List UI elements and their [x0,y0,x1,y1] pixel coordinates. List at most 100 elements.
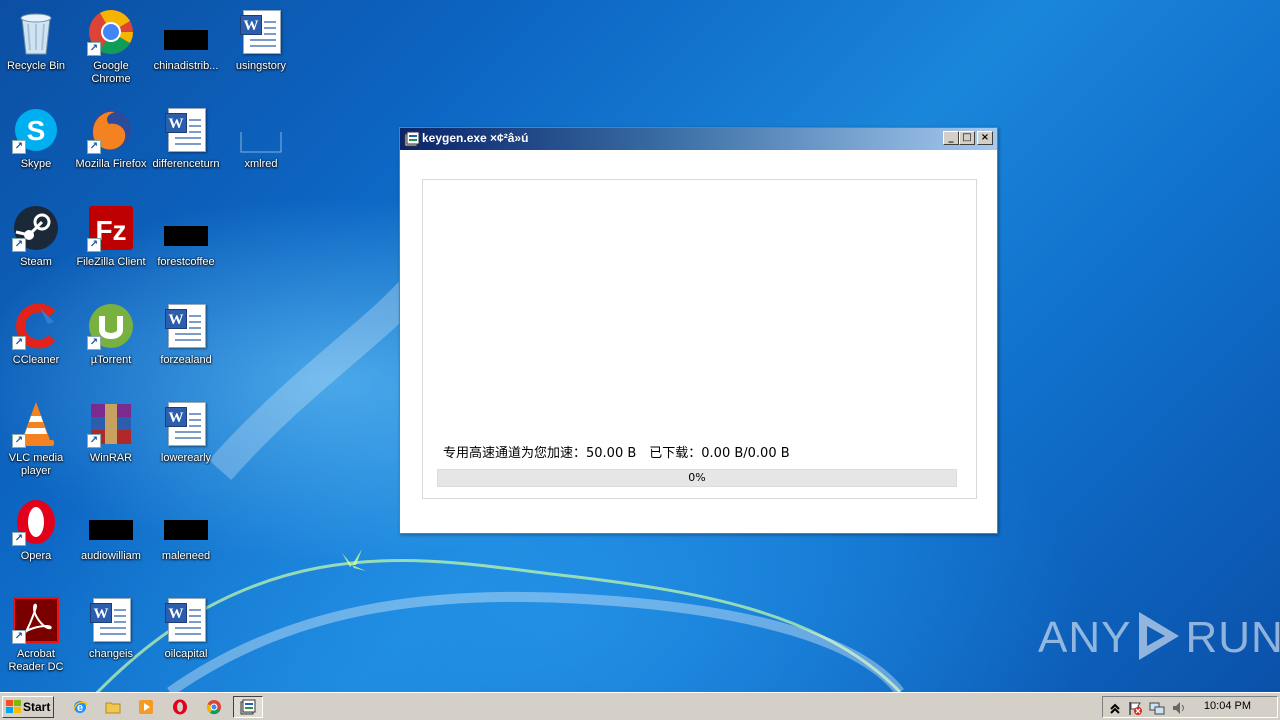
maximize-icon: □ [962,132,972,143]
word-document-icon: W [165,304,206,348]
word-document-icon: W [240,10,281,54]
system-tray: 10:04 PM [1102,696,1278,718]
desktop-icon-usingstory[interactable]: W usingstory [223,4,299,94]
minimize-button[interactable]: _ [943,131,959,145]
recycle-bin-icon [20,13,52,55]
desktop-icon-label: Skype [20,158,52,170]
taskbar: Start e 10:04 PM [0,692,1280,720]
desktop-icon-audiowilliam[interactable]: audiowilliam [73,494,149,584]
desktop-icon-label: audiowilliam [81,550,141,562]
desktop-icon-ccleaner[interactable]: ↗ CCleaner [0,298,74,388]
desktop-icon-recycle-bin[interactable]: Recycle Bin [0,4,74,94]
shortcut-arrow-icon: ↗ [87,238,101,252]
desktop-icon-chinadistrib[interactable]: chinadistrib... [148,4,224,94]
internet-explorer-icon[interactable]: e [72,699,88,715]
opera-icon[interactable] [172,699,188,715]
explorer-folder-icon[interactable] [105,699,121,715]
desktop-icon-label: differenceturn [152,158,220,170]
keygen-app-icon [404,131,420,147]
desktop-icon-vlc[interactable]: ↗ VLC media player [0,396,74,486]
close-button[interactable]: × [977,131,993,145]
desktop-icon-acrobat[interactable]: ↗ Acrobat Reader DC [0,592,74,682]
desktop-icon-firefox[interactable]: ↗ Mozilla Firefox [73,102,149,192]
start-label: Start [23,700,51,714]
desktop-icon-opera[interactable]: ↗ Opera [0,494,74,584]
svg-text:S: S [27,115,46,146]
keygen-window[interactable]: keygen.exe ×¢²â»ú _ □ × 专用高速通道为您加速：50.00… [399,127,998,534]
chrome-icon[interactable] [206,699,222,715]
maximize-button[interactable]: □ [959,131,975,145]
window-titlebar[interactable]: keygen.exe ×¢²â»ú _ □ × [400,128,997,150]
keygen-app-icon [240,699,256,715]
desktop-icon-filezilla[interactable]: Fz ↗ FileZilla Client [73,200,149,290]
taskbar-keygen-button[interactable] [233,696,263,718]
desktop-icon-label: xmlred [244,158,278,170]
shortcut-arrow-icon: ↗ [12,630,26,644]
shortcut-arrow-icon: ↗ [87,140,101,154]
progress-label: 0% [688,471,706,484]
word-document-icon: W [90,598,131,642]
desktop-icon-label: CCleaner [12,354,60,366]
redacted-icon [164,30,208,50]
expand-tray-icon[interactable] [1107,700,1123,716]
desktop-icon-xmlred[interactable]: xmlred [223,102,299,192]
action-center-flag-icon[interactable] [1127,700,1143,716]
redacted-icon [164,226,208,246]
desktop-icon-oilcapital[interactable]: W oilcapital [148,592,224,682]
redacted-icon [89,520,133,540]
blank-file-icon [240,132,282,153]
desktop-icon-label: Steam [20,256,52,268]
play-triangle-icon [1139,612,1180,661]
window-title: keygen.exe ×¢²â»ú [422,131,529,145]
taskbar-clock[interactable]: 10:04 PM [1204,700,1251,712]
media-player-icon[interactable] [138,699,154,715]
desktop-icon-label: Recycle Bin [6,60,66,72]
desktop-icon-label: oilcapital [164,648,208,660]
desktop-icon-forestcoffee[interactable]: forestcoffee [148,200,224,290]
desktop-icon-lowerearly[interactable]: W lowerearly [148,396,224,486]
desktop-icon-label: changeis [88,648,134,660]
desktop-icon-skype[interactable]: S ↗ Skype [0,102,74,192]
desktop-icon-label: Acrobat Reader DC [8,648,64,673]
shortcut-arrow-icon: ↗ [87,42,101,56]
desktop: Recycle Bin S ↗ Skype ↗ Steam ↗ CCleaner… [0,0,1280,692]
anyrun-watermark: ANY RUN [1038,608,1280,668]
desktop-icon-label: forestcoffee [157,256,215,268]
network-icon[interactable] [1149,700,1165,716]
shortcut-arrow-icon: ↗ [12,238,26,252]
desktop-icon-winrar[interactable]: ↗ WinRAR [73,396,149,486]
redacted-icon [164,520,208,540]
desktop-icon-changeis[interactable]: W changeis [73,592,149,682]
volume-icon[interactable] [1171,700,1187,716]
download-status-text: 专用高速通道为您加速：50.00 B 已下载：0.00 B/0.00 B [443,446,790,461]
start-button[interactable]: Start [2,696,54,718]
minimize-icon: _ [948,132,954,143]
close-icon: × [980,132,990,143]
desktop-icon-label: Google Chrome [91,60,131,85]
desktop-icon-label: FileZilla Client [76,256,146,268]
desktop-icon-forzealand[interactable]: W forzealand [148,298,224,388]
windows-logo-icon [6,700,21,713]
desktop-icon-maleneed[interactable]: maleneed [148,494,224,584]
desktop-icon-label: chinadistrib... [153,60,219,72]
desktop-icon-label: VLC media player [8,452,64,477]
watermark-right-text: RUN [1185,613,1280,662]
shortcut-arrow-icon: ↗ [12,532,26,546]
word-document-icon: W [165,108,206,152]
word-document-icon: W [165,402,206,446]
desktop-icon-differenceturn[interactable]: W differenceturn [148,102,224,192]
desktop-icon-label: forzealand [160,354,212,366]
watermark-left-text: ANY [1038,613,1132,662]
content-panel: 专用高速通道为您加速：50.00 B 已下载：0.00 B/0.00 B 0% [422,179,977,499]
download-progress-bar: 0% [437,469,957,487]
shortcut-arrow-icon: ↗ [12,140,26,154]
shortcut-arrow-icon: ↗ [87,434,101,448]
desktop-icon-utorrent[interactable]: ↗ µTorrent [73,298,149,388]
desktop-icon-label: Opera [20,550,52,562]
shortcut-arrow-icon: ↗ [12,434,26,448]
desktop-icon-label: lowerearly [160,452,212,464]
desktop-icon-steam[interactable]: ↗ Steam [0,200,74,290]
desktop-icon-chrome[interactable]: ↗ Google Chrome [73,4,149,94]
shortcut-arrow-icon: ↗ [87,336,101,350]
desktop-icon-label: usingstory [235,60,287,72]
